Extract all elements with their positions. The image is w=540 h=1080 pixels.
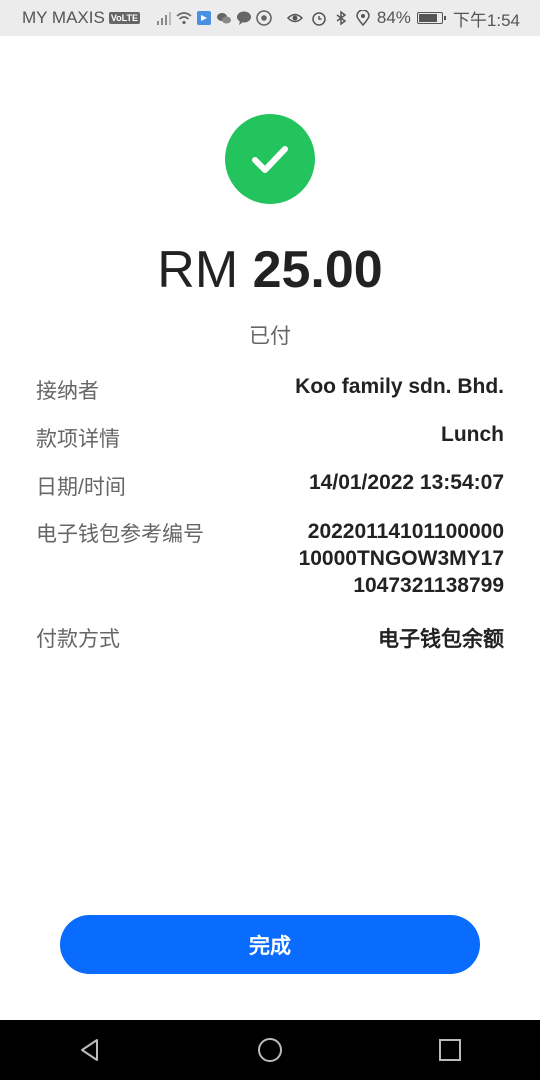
detail-row-reference: 电子钱包参考编号 20220114101100000 10000TNGOW3MY…	[36, 518, 504, 599]
navigation-bar	[0, 1020, 540, 1080]
app-icon	[197, 11, 211, 25]
reference-line: 20220114101100000	[307, 520, 504, 543]
carrier-name: MY MAXIS	[22, 8, 105, 27]
back-button[interactable]	[60, 1020, 120, 1080]
payment-status: 已付	[249, 325, 291, 348]
recents-button[interactable]	[420, 1020, 480, 1080]
done-button[interactable]: 完成	[60, 915, 480, 974]
detail-value: 14/01/2022 13:54:07	[309, 471, 504, 494]
detail-value: Lunch	[441, 423, 504, 446]
payment-amount: RM 25.00	[0, 236, 540, 304]
currency-label: RM	[157, 241, 239, 299]
status-bar: MY MAXIS VoLTE 84% 下午1:54	[0, 0, 540, 36]
reference-line: 10000TNGOW3MY17	[298, 547, 504, 570]
home-button[interactable]	[240, 1020, 300, 1080]
amount-value: 25.00	[252, 241, 383, 299]
chrome-icon	[256, 10, 272, 26]
detail-row-description: 款项详情 Lunch	[36, 423, 504, 453]
location-icon	[356, 10, 370, 26]
detail-label: 电子钱包参考编号	[36, 523, 204, 546]
wifi-icon	[176, 12, 192, 25]
detail-label: 日期/时间	[36, 476, 126, 499]
detail-row-datetime: 日期/时间 14/01/2022 13:54:07	[36, 471, 504, 501]
recents-icon	[439, 1039, 461, 1061]
detail-label: 付款方式	[36, 628, 120, 651]
battery-icon	[416, 12, 446, 24]
alarm-icon	[312, 12, 326, 26]
detail-value: 20220114101100000 10000TNGOW3MY17 104732…	[299, 518, 504, 599]
detail-value: 电子钱包余额	[378, 628, 504, 651]
volte-badge: VoLTE	[108, 12, 140, 24]
success-check-icon	[225, 114, 315, 204]
reference-line: 1047321138799	[353, 574, 504, 597]
message-icon	[237, 11, 251, 25]
bluetooth-icon	[336, 10, 347, 26]
home-icon	[258, 1038, 282, 1062]
signal-icon	[157, 12, 171, 25]
battery-percent: 84%	[376, 8, 411, 27]
wechat-icon	[217, 13, 231, 24]
detail-label: 款项详情	[36, 428, 120, 451]
detail-label: 接纳者	[36, 380, 99, 403]
eye-icon	[286, 13, 303, 23]
detail-value: Koo family sdn. Bhd.	[295, 375, 504, 398]
clock: 下午1:54	[452, 10, 520, 30]
checkmark-icon	[252, 146, 288, 173]
detail-row-recipient: 接纳者 Koo family sdn. Bhd.	[36, 375, 504, 405]
back-icon	[81, 1039, 98, 1061]
detail-row-payment-method: 付款方式 电子钱包余额	[36, 623, 504, 653]
